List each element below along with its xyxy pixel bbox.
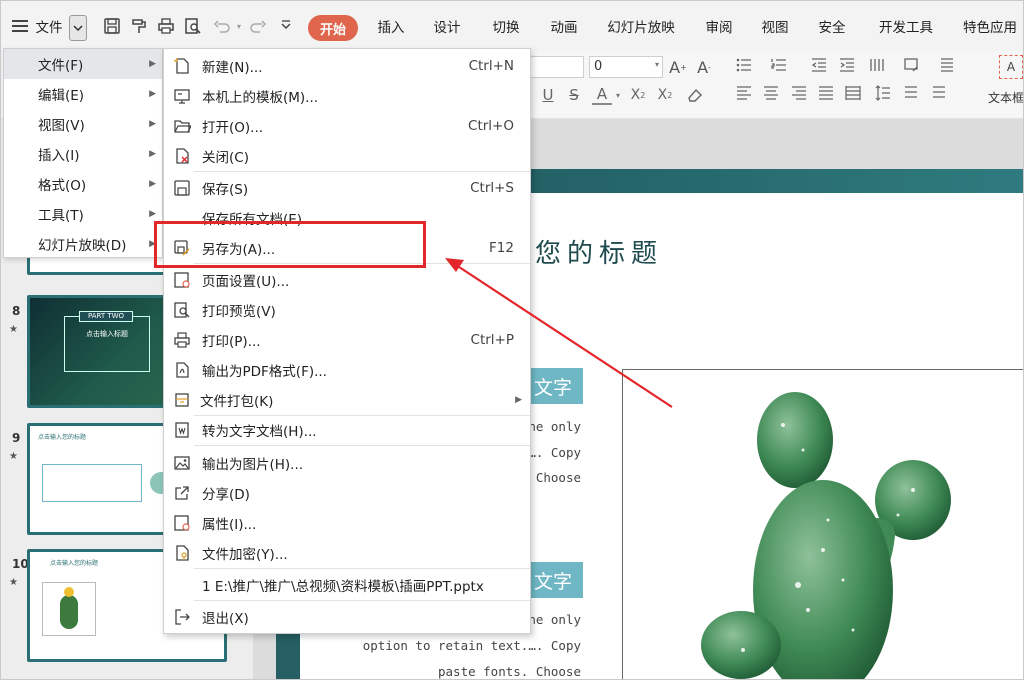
annotation-arrow (445, 258, 673, 408)
wps-presentation-window: 文件 ▾ 开始 插入 设计 切换 动画 幻灯片放映 审阅 视图 安全 开发工具 … (0, 0, 1024, 680)
